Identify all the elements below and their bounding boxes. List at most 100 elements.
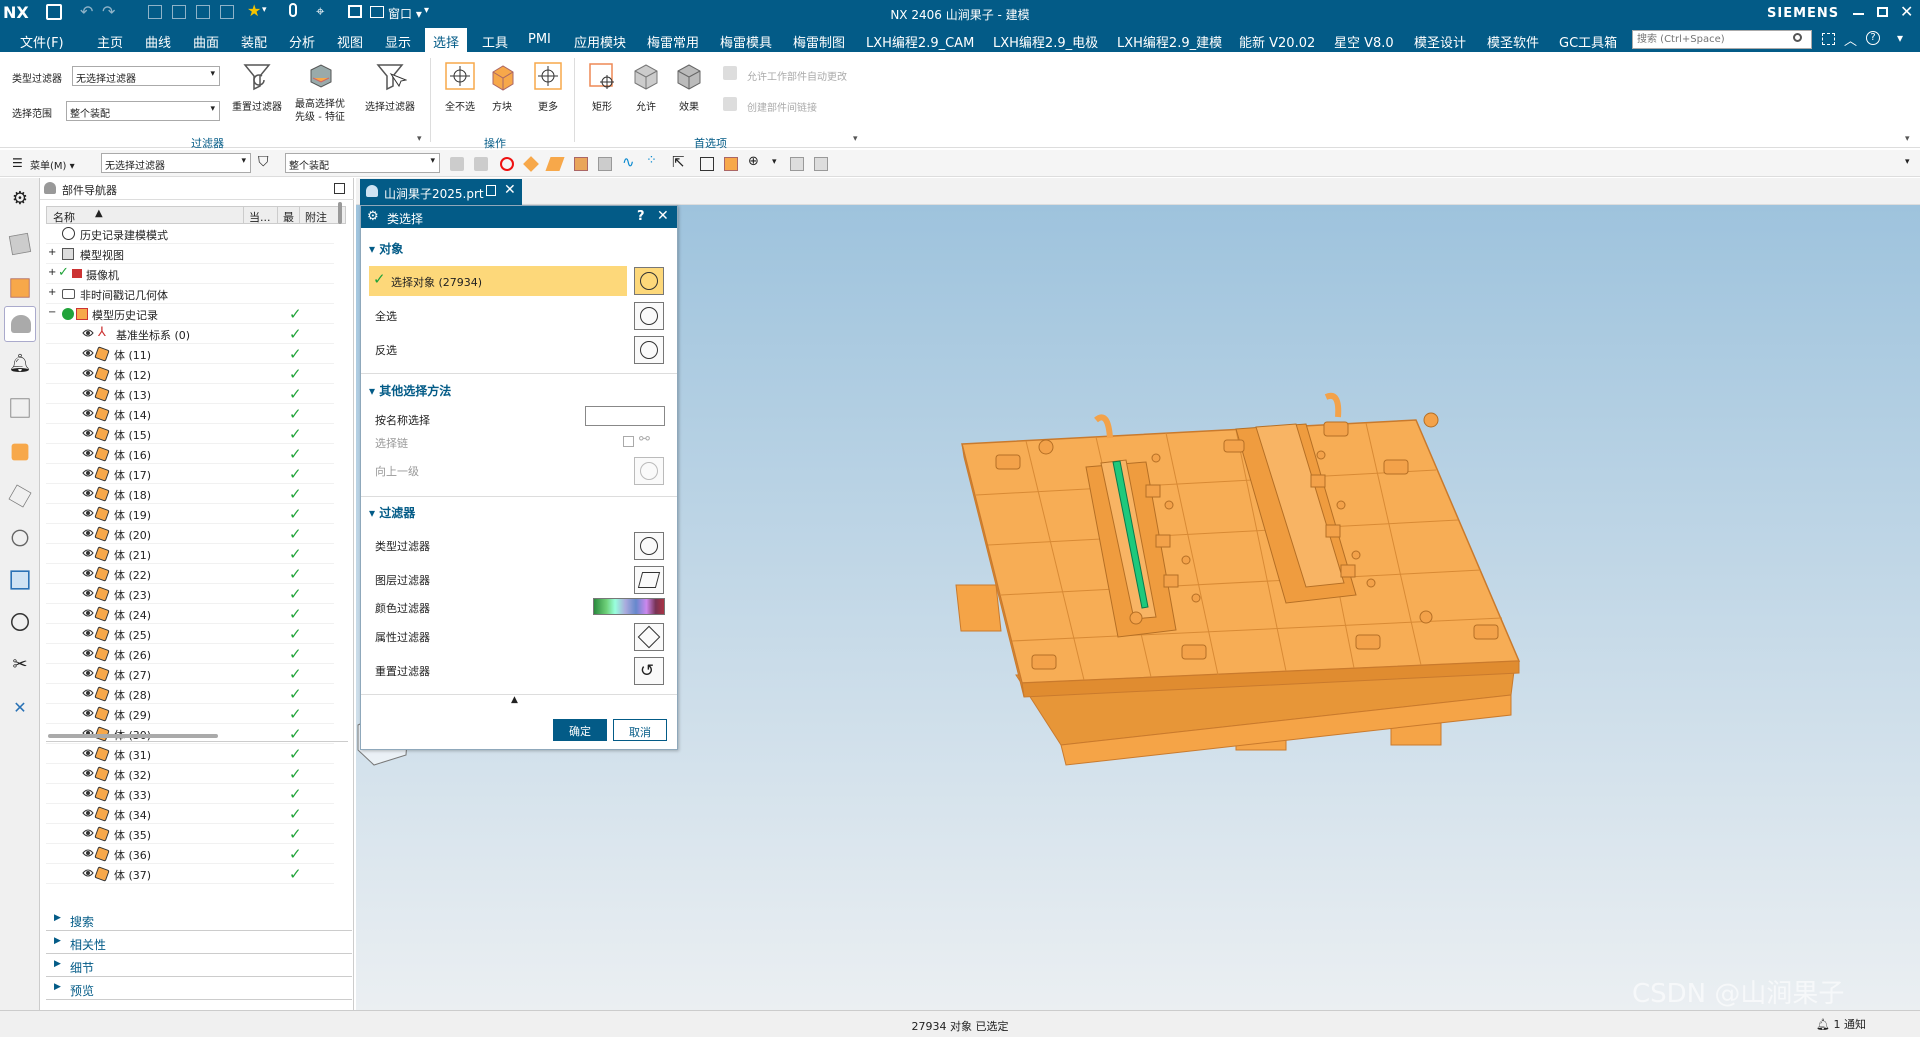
tree-row-body[interactable]: 体 (14) ✓ (46, 404, 334, 424)
eye-icon[interactable] (82, 408, 94, 418)
eye-icon[interactable] (82, 688, 94, 698)
tree-row-body[interactable]: 体 (29) ✓ (46, 704, 334, 724)
eye-icon[interactable] (82, 548, 94, 558)
section-search[interactable]: ▶ 搜索 (46, 908, 352, 931)
menu-meilei-drawing[interactable]: 梅雷制图 (793, 32, 845, 51)
sort-ascending-icon[interactable]: ▲ (95, 208, 103, 219)
tree-row-body[interactable]: 体 (34) ✓ (46, 804, 334, 824)
eye-icon[interactable] (82, 608, 94, 618)
menu-applications[interactable]: 应用模块 (574, 32, 626, 51)
block-select-button[interactable]: 方块 (476, 60, 528, 113)
menu-meilei-common[interactable]: 梅雷常用 (647, 32, 699, 51)
fullscreen-icon[interactable] (1822, 33, 1835, 45)
eye-icon[interactable] (82, 428, 94, 438)
constraint-navigator-icon[interactable] (10, 278, 30, 298)
select-sheet-icon[interactable] (574, 157, 588, 171)
scope-select[interactable]: 整个装配 (66, 101, 220, 121)
select-all-button[interactable] (634, 302, 664, 330)
select-component-icon[interactable] (598, 157, 612, 171)
bell-icon[interactable]: 🔔︎ (8, 353, 32, 377)
eye-icon[interactable] (82, 348, 94, 358)
menu-pmi[interactable]: PMI (528, 32, 551, 47)
type-filter-button[interactable] (634, 532, 664, 560)
tree-row-model-history[interactable]: − 模型历史记录 ✓ (46, 304, 334, 324)
menu-mosheng-software[interactable]: 模圣软件 (1487, 32, 1539, 51)
horizontal-scrollbar[interactable] (48, 734, 218, 738)
allow-work-part-toggle[interactable]: 允许工作部件自动更改 (747, 68, 847, 83)
tree-row-body[interactable]: 体 (25) ✓ (46, 624, 334, 644)
vertical-scrollbar[interactable] (338, 202, 342, 224)
select-region-icon[interactable] (700, 157, 714, 171)
select-cursor-icon[interactable]: ⇱ (672, 153, 685, 171)
tree-row-body[interactable]: 体 (15) ✓ (46, 424, 334, 444)
tools-icon[interactable]: ✂ (8, 654, 32, 678)
tree-row-body[interactable]: 体 (11) ✓ (46, 344, 334, 364)
section-other-methods[interactable]: ▾ 其他选择方法 (369, 382, 451, 399)
menu-lxh-electrode[interactable]: LXH编程2.9_电极 (993, 32, 1098, 51)
select-feature-icon[interactable] (450, 157, 464, 171)
eye-icon[interactable] (82, 828, 94, 838)
invert-button[interactable] (634, 336, 664, 364)
system-materials-icon[interactable] (10, 570, 30, 590)
menu-view[interactable]: 视图 (337, 32, 363, 51)
tree-row-body[interactable]: 体 (16) ✓ (46, 444, 334, 464)
eye-icon[interactable] (82, 448, 94, 458)
expand-plus-icon[interactable]: + (48, 247, 56, 258)
tree-row-body[interactable]: 体 (36) ✓ (46, 844, 334, 864)
history-palette-icon[interactable] (11, 529, 29, 547)
col-name[interactable]: 名称 (53, 209, 75, 225)
select-assembly-icon[interactable] (724, 157, 738, 171)
select-curve-icon[interactable]: ∿ (622, 153, 635, 171)
eye-icon[interactable] (82, 788, 94, 798)
col-notes[interactable]: 附注 (305, 209, 327, 225)
tree-row-body[interactable]: 体 (32) ✓ (46, 764, 334, 784)
main-menu-button[interactable]: 菜单(M) ▾ (30, 157, 75, 172)
reset-filter-button[interactable]: 重置过滤器 (231, 60, 283, 113)
select-filter-button[interactable]: 选择过滤器 (364, 60, 416, 113)
menu-curve[interactable]: 曲线 (145, 32, 171, 51)
help-icon[interactable]: ? (1866, 31, 1880, 45)
eye-icon[interactable] (82, 868, 94, 878)
select-face-icon[interactable] (545, 157, 565, 171)
tree-row-history-mode[interactable]: 历史记录建模模式 (46, 224, 334, 244)
toolbar-expand-icon[interactable]: ▾ (1905, 157, 1910, 167)
menu-mosheng-design[interactable]: 模圣设计 (1414, 32, 1466, 51)
menu-surface[interactable]: 曲面 (193, 32, 219, 51)
tab-close-icon[interactable]: ✕ (504, 182, 516, 198)
tree-row-body[interactable]: 体 (18) ✓ (46, 484, 334, 504)
eye-icon[interactable] (82, 388, 94, 398)
tree-row-body[interactable]: 体 (37) ✓ (46, 864, 334, 884)
ribbon-expand-icon[interactable]: ▾ (1905, 134, 1910, 144)
hd3d-icon[interactable] (11, 443, 29, 461)
attribute-filter-button[interactable] (634, 623, 664, 651)
tree-row-body[interactable]: 体 (19) ✓ (46, 504, 334, 524)
menu-display[interactable]: 显示 (385, 32, 411, 51)
assembly-navigator-icon[interactable] (8, 232, 32, 256)
tree-row-body[interactable]: 体 (31) ✓ (46, 744, 334, 764)
section-dependencies[interactable]: ▶ 相关性 (46, 931, 352, 954)
eye-icon[interactable] (82, 668, 94, 678)
eye-icon[interactable] (82, 488, 94, 498)
gear-icon[interactable]: ⚙ (8, 188, 32, 212)
cancel-button[interactable]: 取消 (613, 719, 667, 741)
col-latest[interactable]: 最 (283, 209, 294, 225)
eye-icon[interactable] (82, 588, 94, 598)
eye-icon[interactable] (82, 328, 94, 338)
tree-row-body[interactable]: 体 (23) ✓ (46, 584, 334, 604)
menu-analysis[interactable]: 分析 (289, 32, 315, 51)
tree-row-body[interactable]: 体 (17) ✓ (46, 464, 334, 484)
tree-row-model-views[interactable]: + 模型视图 (46, 244, 334, 264)
snap-point-icon[interactable]: ⊕ (748, 154, 759, 169)
select-chain-checkbox[interactable] (623, 436, 634, 447)
filter-funnel-icon[interactable]: ⛉ (258, 154, 269, 170)
file-tab[interactable]: 山涧果子2025.prt ✕ (360, 179, 522, 205)
mold-model[interactable] (955, 393, 1521, 766)
reuse-library-icon[interactable] (10, 398, 30, 418)
section-filter[interactable]: ▾ 过滤器 (369, 504, 415, 521)
collapse-dialog-icon[interactable]: ▲ (511, 695, 518, 705)
menu-select[interactable]: 选择 (425, 28, 468, 52)
command-search-input[interactable] (1632, 30, 1812, 49)
select-solid-icon[interactable] (523, 156, 539, 172)
help-icon[interactable]: ? (637, 209, 645, 224)
menu-xingkong[interactable]: 星空 V8.0 (1334, 32, 1394, 51)
